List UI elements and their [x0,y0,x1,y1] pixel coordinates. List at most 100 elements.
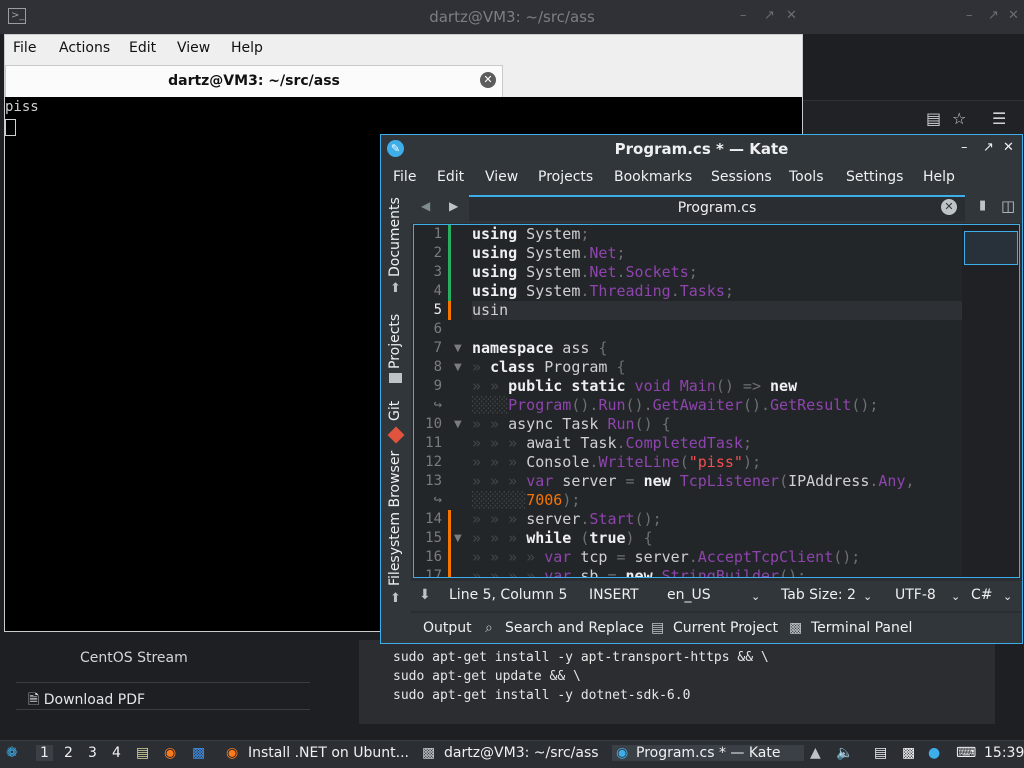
code-line[interactable]: » » public static void Main() => new [472,377,1019,396]
start-menu-icon[interactable]: ❁ [6,745,18,761]
clock[interactable]: 15:39 [984,745,1024,761]
download-pdf-button[interactable]: 🗎 Download PDF [16,682,310,710]
menu-settings[interactable]: Settings [846,169,903,185]
minimap[interactable] [962,225,1019,577]
code-line[interactable]: » » » Console.WriteLine("piss"); [472,453,1019,472]
code-line[interactable]: » » » await Task.CompletedTask; [472,434,1019,453]
centos-link[interactable]: CentOS Stream [80,650,188,666]
reader-icon[interactable]: ▤ [926,109,941,128]
code-line[interactable]: » class Program { [472,358,1019,377]
syntax-select[interactable]: C# [971,587,993,603]
minimize-icon[interactable]: – [961,140,968,155]
sidebar-git[interactable]: Git [387,401,403,421]
menu-view[interactable]: View [485,169,518,185]
hamburger-menu-icon[interactable]: ☰ [992,109,1006,128]
menu-view[interactable]: View [177,40,210,56]
code-line[interactable]: using System; [472,225,1019,244]
menu-bookmarks[interactable]: Bookmarks [614,169,692,185]
upload-icon[interactable]: ⬆ [390,591,401,606]
toolview-current-project[interactable]: Current Project [673,620,778,636]
task-kate[interactable]: Program.cs * — Kate [636,745,780,761]
fold-toggle-icon[interactable]: ▼ [454,358,462,377]
code-line[interactable]: namespace ass { [472,339,1019,358]
cursor-position[interactable]: Line 5, Column 5 [449,587,567,603]
bookmark-star-icon[interactable]: ☆ [952,109,966,128]
workspace-3[interactable]: 3 [88,745,97,761]
sidebar-projects[interactable]: Projects [387,314,403,369]
menu-sessions[interactable]: Sessions [711,169,772,185]
sidebar-documents[interactable]: Documents [387,197,403,277]
encoding-select[interactable]: UTF-8 [895,587,936,603]
toolview-output[interactable]: Output [423,620,472,636]
task-firefox[interactable]: Install .NET on Ubunt... [248,745,409,761]
fold-toggle-icon[interactable]: ▼ [454,415,462,434]
split-panel-icon[interactable]: ◫ [1001,197,1015,215]
tab-size-select[interactable]: Tab Size: 2 [781,587,856,603]
network-icon[interactable]: ▩ [902,745,915,761]
code-line[interactable]: using System.Threading.Tasks; [472,282,1019,301]
code-line[interactable]: » » » var server = new TcpListener(IPAdd… [472,472,1019,491]
menu-tools[interactable]: Tools [789,169,824,185]
clipboard-icon[interactable]: ▤ [874,745,887,761]
fold-toggle-icon[interactable]: ▼ [454,529,462,548]
code-line[interactable]: ░░░░░░7006); [472,491,1019,510]
menu-file[interactable]: File [13,40,36,56]
upload-icon[interactable]: ⬆ [390,281,401,296]
maximize-icon[interactable]: ↗ [764,8,775,23]
keyboard-icon[interactable]: ⌨ [956,745,976,761]
line-number: 7 [433,340,442,356]
show-desktop-icon[interactable]: ▩ [192,745,205,761]
workspace-1[interactable]: 1 [36,745,53,761]
menu-projects[interactable]: Projects [538,169,593,185]
toolview-terminal-panel[interactable]: Terminal Panel [811,620,912,636]
code-area[interactable]: using System; using System.Net; using Syst… [472,225,1019,577]
input-mode[interactable]: INSERT [589,587,639,603]
split-view-icon[interactable]: ▮ [979,198,986,213]
workspace-4[interactable]: 4 [112,745,121,761]
close-icon[interactable]: ✕ [786,8,797,23]
toolview-search-replace[interactable]: Search and Replace [505,620,644,636]
code-line[interactable]: » » » » var tcp = server.AcceptTcpClient… [472,548,1019,567]
menu-edit[interactable]: Edit [129,40,156,56]
code-line[interactable]: using System.Net.Sockets; [472,263,1019,282]
code-line[interactable]: » » » server.Start(); [472,510,1019,529]
menu-file[interactable]: File [393,169,416,185]
close-tab-icon[interactable]: ✕ [480,72,496,88]
minimize-icon[interactable]: – [740,8,747,23]
terminal-tab[interactable]: dartz@VM3: ~/src/ass [5,65,503,97]
minimize-icon[interactable]: – [966,8,973,23]
firefox-icon[interactable]: ◉ [164,745,176,761]
maximize-icon[interactable]: ↗ [983,140,994,155]
next-tab-icon[interactable]: ▶ [449,199,458,213]
code-line[interactable]: » » » » var sb = new StringBuilder(); [472,567,1019,577]
dictionary-select[interactable]: en_US [667,587,711,603]
menu-actions[interactable]: Actions [59,40,110,56]
workspace-2[interactable]: 2 [64,745,73,761]
file-manager-icon[interactable]: ▤ [136,745,149,761]
menu-edit[interactable]: Edit [437,169,464,185]
sidebar-filesystem-browser[interactable]: Filesystem Browser [387,451,403,586]
task-terminal[interactable]: dartz@VM3: ~/src/ass [444,745,599,761]
close-tab-icon[interactable]: ✕ [941,199,957,215]
notification-icon[interactable]: ● [928,745,940,761]
prev-tab-icon[interactable]: ◀ [421,199,430,213]
code-line[interactable] [472,320,1019,339]
git-icon[interactable] [387,426,405,444]
minimap-viewport[interactable] [964,231,1018,265]
close-icon[interactable]: ✕ [1008,8,1019,23]
volume-icon[interactable]: 🔈 [836,745,853,761]
code-line[interactable]: » » async Task Run() { [472,415,1019,434]
maximize-icon[interactable]: ↗ [988,8,999,23]
tab-program-cs[interactable]: Program.cs [469,195,965,221]
close-icon[interactable]: ✕ [1003,140,1014,155]
code-line[interactable]: ░░░░Program().Run().GetAwaiter().GetResu… [472,396,1019,415]
menu-help[interactable]: Help [923,169,955,185]
code-editor[interactable]: 1 2 3 4 5 6 7 ▼ 8 ▼ 9 ↪ 10 ▼ 11 12 13 ↪ 14 15 ▼ 16 17 using Sy… [413,224,1020,578]
current-code-line[interactable]: usin [472,301,1019,320]
code-line[interactable]: using System.Net; [472,244,1019,263]
menu-help[interactable]: Help [231,40,263,56]
folder-icon[interactable] [389,373,402,383]
tray-arrow-icon[interactable]: ▲ [810,745,821,761]
fold-toggle-icon[interactable]: ▼ [454,339,462,358]
code-line[interactable]: » » » while (true) { [472,529,1019,548]
